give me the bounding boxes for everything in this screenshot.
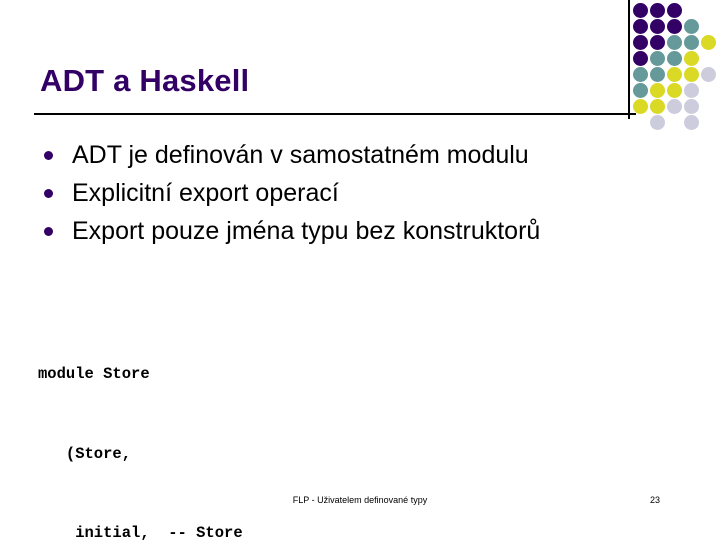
horizontal-rule [34, 113, 636, 115]
dot-grid-cell [650, 67, 665, 82]
dot-grid-cell [633, 51, 648, 66]
list-item: Export pouze jména typu bez konstruktorů [40, 215, 680, 253]
dot-grid-cell [650, 35, 665, 50]
slide-canvas: ADT a Haskell ADT je definován v samosta… [0, 0, 720, 540]
dot-grid-cell [633, 19, 648, 34]
dot-grid-cell [633, 35, 648, 50]
dot-grid-cell [650, 115, 665, 130]
list-item: Explicitní export operací [40, 177, 680, 215]
dot-grid-cell [684, 83, 699, 98]
dot-grid-cell [667, 19, 682, 34]
slide-footer: FLP - Uživatelem definované typy [292, 495, 428, 505]
bullet-dot-icon [40, 177, 72, 209]
dot-grid-cell [684, 51, 699, 66]
dot-grid-cell [667, 67, 682, 82]
bullet-dot-icon [40, 215, 72, 247]
dot-grid-cell [633, 67, 648, 82]
dot-grid-cell [684, 19, 699, 34]
slide-title: ADT a Haskell [40, 63, 250, 98]
dot-grid-cell [701, 67, 716, 82]
list-item-label: Explicitní export operací [72, 179, 339, 207]
bullet-list: ADT je definován v samostatném modulu Ex… [40, 139, 680, 253]
dot-grid-cell [667, 3, 682, 18]
dot-grid-cell [684, 115, 699, 130]
list-item-label: ADT je definován v samostatném modulu [72, 141, 529, 169]
bullet-dot-icon [40, 139, 72, 171]
dot-grid-cell [633, 3, 648, 18]
dot-grid-cell [684, 67, 699, 82]
dot-grid-cell [650, 19, 665, 34]
code-block: module Store (Store, initial, -- Store v… [38, 308, 522, 540]
dot-grid-cell [650, 99, 665, 114]
dot-grid-cell [633, 99, 648, 114]
dot-grid-cell [684, 35, 699, 50]
code-line: (Store, [38, 444, 132, 463]
code-line: initial, -- Store [38, 524, 243, 540]
code-line: module Store [38, 365, 150, 383]
dot-grid-cell [667, 35, 682, 50]
dot-grid-cell [701, 35, 716, 50]
dot-grid-cell [684, 99, 699, 114]
list-item-label: Export pouze jména typu bez konstruktorů [72, 217, 541, 245]
dot-grid-decoration [633, 3, 717, 130]
dot-grid-cell [667, 51, 682, 66]
page-number: 23 [650, 495, 661, 505]
dot-grid-cell [650, 83, 665, 98]
dot-grid-cell [667, 99, 682, 114]
vertical-rule [628, 0, 630, 119]
dot-grid-cell [633, 83, 648, 98]
dot-grid-cell [650, 51, 665, 66]
dot-grid-cell [650, 3, 665, 18]
dot-grid-cell [667, 83, 682, 98]
list-item: ADT je definován v samostatném modulu [40, 139, 680, 177]
